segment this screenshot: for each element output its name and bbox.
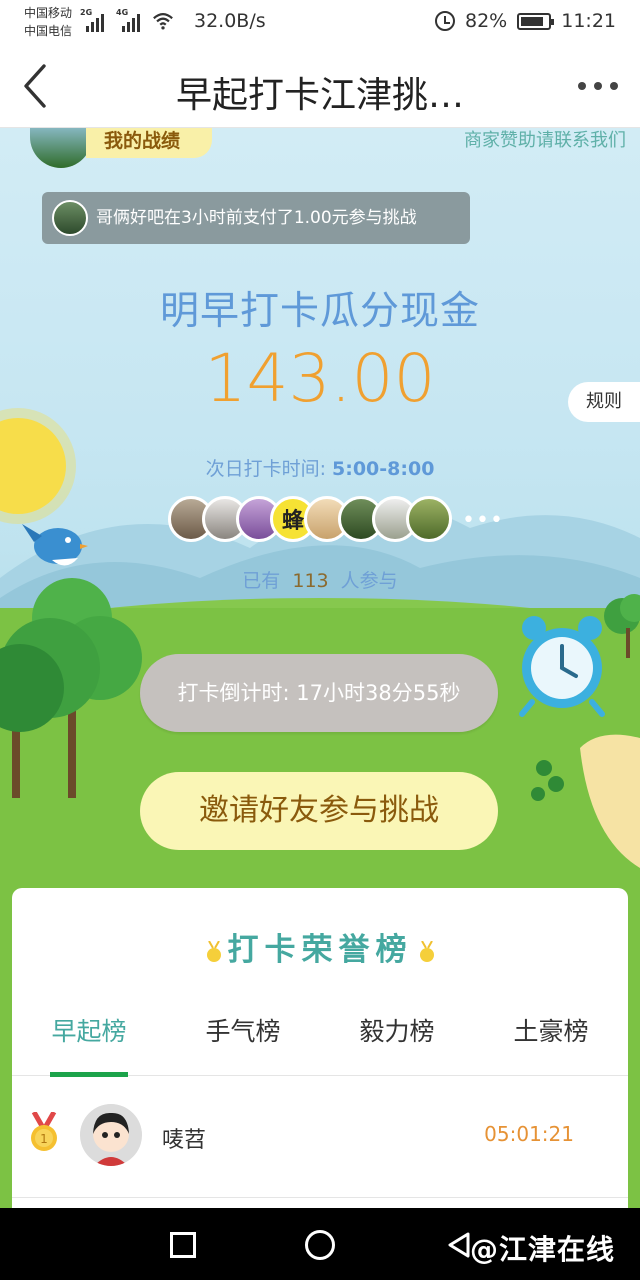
my-record-button[interactable]: 我的战绩	[86, 128, 212, 158]
tab-rich[interactable]: 土豪榜	[474, 1012, 628, 1075]
wifi-icon	[153, 13, 173, 30]
participant-count-prefix: 已有	[242, 570, 281, 592]
network-badge-2g: 2G	[80, 8, 93, 17]
checkin-time: 次日打卡时间: 5:00-8:00	[0, 454, 640, 481]
back-button[interactable]	[14, 58, 66, 114]
checkin-time-label: 次日打卡时间:	[205, 458, 326, 480]
pool-title: 明早打卡瓜分现金	[159, 289, 480, 334]
honor-board: 打卡荣誉榜 早起榜 手气榜 毅力榜 土豪榜 1 唛苕 05:01:21	[12, 888, 628, 1208]
more-button[interactable]	[578, 74, 622, 98]
battery-percent: 82%	[465, 10, 508, 32]
home-button[interactable]	[305, 1230, 335, 1260]
watermark: @江津在线	[470, 1233, 616, 1266]
tab-persistence[interactable]: 毅力榜	[320, 1012, 474, 1075]
carrier-labels: 中国移动 中国电信	[24, 4, 72, 40]
countdown-button[interactable]: 打卡倒计时: 17小时38分55秒	[140, 654, 498, 732]
system-nav-bar: @江津在线	[0, 1208, 640, 1280]
carrier-1: 中国移动	[24, 6, 73, 20]
status-bar: 中国移动 中国电信 2G 4G 32.0B/s 82% 11:21	[0, 0, 640, 44]
carrier-2: 中国电信	[24, 24, 73, 38]
medal-icon	[206, 940, 221, 962]
medal-icon	[419, 940, 434, 962]
participant-count-suffix: 人参与	[340, 570, 398, 592]
chevron-left-icon	[24, 64, 46, 108]
signal-icon: 2G	[80, 8, 104, 32]
network-badge-4g: 4G	[116, 8, 129, 17]
net-speed: 32.0B/s	[194, 10, 266, 32]
participant-count: 已有 113 人参与	[0, 566, 640, 593]
sponsor-link[interactable]: 商家赞助请联系我们	[464, 128, 626, 152]
bird-illustration	[22, 524, 88, 566]
notice-avatar	[52, 200, 88, 236]
challenge-scene: 我的战绩 商家赞助请联系我们 哥俩好吧在3小时前支付了1.00元参与挑战 明早打…	[0, 128, 640, 1208]
board-tabs: 早起榜 手气榜 毅力榜 土豪榜	[12, 1012, 628, 1077]
signal-icon-2: 4G	[116, 8, 140, 32]
checkin-time-value: 05:01:21	[484, 1122, 574, 1146]
leaf-illustration	[531, 594, 640, 868]
gold-medal-icon: 1	[31, 1112, 57, 1151]
user-avatar-icon	[80, 1104, 142, 1166]
trees-illustration	[0, 578, 142, 798]
participant-count-value: 113	[292, 570, 329, 592]
tab-early[interactable]: 早起榜	[12, 1012, 166, 1077]
payment-notice: 哥俩好吧在3小时前支付了1.00元参与挑战	[42, 192, 470, 244]
board-title: 打卡荣誉榜	[12, 924, 628, 969]
more-dots-icon	[578, 82, 586, 90]
pool-amount: 143.00	[204, 340, 436, 417]
notice-text: 哥俩好吧在3小时前支付了1.00元参与挑战	[96, 208, 417, 228]
avatar[interactable]	[80, 1104, 142, 1166]
invite-button[interactable]: 邀请好友参与挑战	[140, 772, 498, 850]
board-title-text: 打卡荣誉榜	[227, 932, 413, 968]
clock: 11:21	[561, 10, 616, 32]
page-title: 早起打卡江津挑…	[175, 75, 464, 116]
bee-avatar-text: 蜂	[281, 509, 304, 534]
alarm-icon	[435, 11, 455, 31]
checkin-time-window: 5:00-8:00	[332, 458, 435, 480]
tab-luck[interactable]: 手气榜	[166, 1012, 320, 1075]
battery-icon	[517, 12, 555, 30]
nav-bar: 早起打卡江津挑…	[0, 44, 640, 128]
participant-avatar	[406, 496, 452, 542]
rules-button[interactable]: 规则	[568, 382, 640, 422]
status-right: 82% 11:21	[435, 10, 616, 32]
my-avatar[interactable]	[30, 128, 92, 168]
recent-apps-button[interactable]	[170, 1232, 196, 1258]
table-row[interactable]: 1 唛苕 05:01:21	[12, 1076, 628, 1198]
network-icons: 2G 4G	[80, 8, 174, 32]
more-participants[interactable]: •••	[462, 508, 504, 533]
user-name: 唛苕	[162, 1128, 207, 1153]
participant-avatars[interactable]: 蜂	[168, 496, 452, 542]
rank-number: 1	[40, 1132, 48, 1146]
